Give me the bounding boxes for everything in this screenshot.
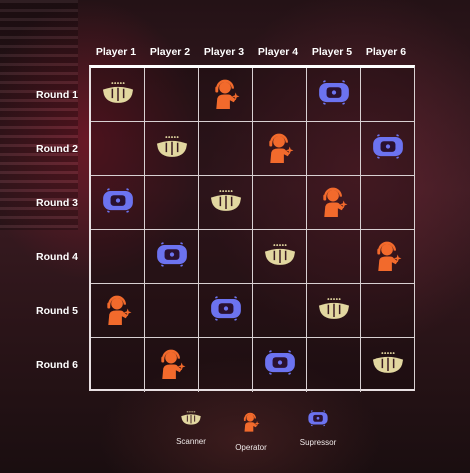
scanner-icon [317, 296, 351, 325]
supressor-icon [209, 295, 243, 326]
row-label-round-1: Round 1 [36, 89, 78, 101]
grid-cell-round-5-player-3 [199, 284, 253, 338]
grid-cell-round-3-player-3 [199, 176, 253, 230]
operator-icon [104, 291, 132, 330]
grid-cell-round-6-player-6 [361, 338, 415, 392]
scanner-icon [101, 80, 135, 109]
grid-cell-round-2-player-6 [361, 122, 415, 176]
column-header-player-2: Player 2 [149, 46, 191, 58]
legend-supressor: Supressor [278, 410, 358, 447]
scanner-icon [180, 411, 202, 430]
column-header-player-3: Player 3 [203, 46, 245, 58]
supressor-icon [101, 187, 135, 218]
grid-cell-round-3-player-1 [91, 176, 145, 230]
operator-icon [158, 346, 186, 385]
background-blinds [0, 0, 78, 230]
grid-cell-round-2-player-2 [145, 122, 199, 176]
grid-cell-round-1-player-2 [145, 68, 199, 122]
grid-cell-round-2-player-3 [199, 122, 253, 176]
grid-cell-round-6-player-4 [253, 338, 307, 392]
supressor-icon [155, 241, 189, 272]
grid-cell-round-5-player-6 [361, 284, 415, 338]
column-header-player-1: Player 1 [95, 46, 137, 58]
column-header-player-6: Player 6 [365, 46, 407, 58]
supressor-icon [307, 410, 329, 431]
supressor-icon [317, 79, 351, 110]
grid-cell-round-4-player-4 [253, 230, 307, 284]
supressor-icon [263, 350, 297, 381]
grid-cell-round-1-player-6 [361, 68, 415, 122]
grid-cell-round-2-player-5 [307, 122, 361, 176]
operator-icon [266, 129, 294, 168]
scanner-icon [263, 242, 297, 271]
role-grid [89, 65, 415, 392]
grid-cell-round-6-player-1 [91, 338, 145, 392]
grid-cell-round-1-player-1 [91, 68, 145, 122]
grid-cell-round-3-player-6 [361, 176, 415, 230]
grid-cell-round-5-player-1 [91, 284, 145, 338]
operator-icon [212, 75, 240, 114]
grid-cell-round-5-player-2 [145, 284, 199, 338]
grid-cell-round-5-player-5 [307, 284, 361, 338]
row-label-round-3: Round 3 [36, 197, 78, 209]
grid-cell-round-4-player-1 [91, 230, 145, 284]
grid-cell-round-6-player-2 [145, 338, 199, 392]
column-header-player-4: Player 4 [257, 46, 299, 58]
grid-cell-round-2-player-1 [91, 122, 145, 176]
scanner-icon [371, 350, 405, 379]
supressor-icon [371, 133, 405, 164]
grid-cell-round-4-player-2 [145, 230, 199, 284]
grid-cell-round-5-player-4 [253, 284, 307, 338]
row-label-round-6: Round 6 [36, 359, 78, 371]
grid-cell-round-6-player-5 [307, 338, 361, 392]
legend-label-supressor: Supressor [299, 437, 337, 447]
grid-cell-round-3-player-5 [307, 176, 361, 230]
column-header-player-5: Player 5 [311, 46, 353, 58]
grid-cell-round-1-player-3 [199, 68, 253, 122]
scanner-icon [155, 134, 189, 163]
grid-cell-round-2-player-4 [253, 122, 307, 176]
operator-icon [242, 412, 260, 436]
row-label-round-2: Round 2 [36, 143, 78, 155]
grid-cell-round-6-player-3 [199, 338, 253, 392]
row-label-round-4: Round 4 [36, 251, 78, 263]
scanner-icon [209, 188, 243, 217]
grid-cell-round-1-player-5 [307, 68, 361, 122]
grid-cell-round-4-player-6 [361, 230, 415, 284]
grid-cell-round-4-player-5 [307, 230, 361, 284]
player-header-row: Player 1 Player 2 Player 3 Player 4 Play… [89, 46, 415, 60]
operator-icon [374, 237, 402, 276]
grid-cell-round-1-player-4 [253, 68, 307, 122]
grid-cell-round-3-player-2 [145, 176, 199, 230]
grid-cell-round-4-player-3 [199, 230, 253, 284]
operator-icon [320, 183, 348, 222]
grid-cell-round-3-player-4 [253, 176, 307, 230]
row-label-round-5: Round 5 [36, 305, 78, 317]
